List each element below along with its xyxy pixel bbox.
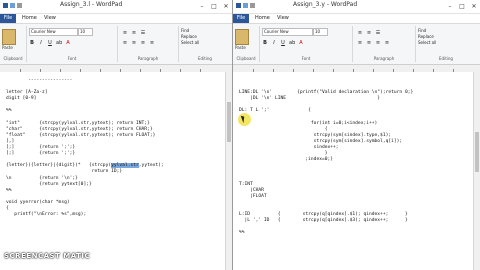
align-left-icon[interactable]: ≡ <box>357 40 363 46</box>
wordpad-window-left: Assign_3.l - WordPad – □ ✕ File Home Vie… <box>0 0 233 270</box>
wordpad-window-right: Assign_3.y - WordPad – □ ✕ File Home Vie… <box>233 0 480 270</box>
document-line[interactable]: |L ',' ID { strcpy(q[qindex].$3); qindex… <box>239 218 413 224</box>
undo-icon[interactable] <box>17 3 22 8</box>
font-group: Courier New 10 B I U ab A Font <box>27 26 118 62</box>
font-name-box[interactable]: Courier New <box>262 28 313 36</box>
strike-button[interactable]: ab <box>289 40 295 46</box>
font-name-box[interactable]: Courier New <box>29 28 78 36</box>
document-line[interactable]: "int" {strcpy(yylval.str,yytext); return… <box>6 121 164 127</box>
vertical-scrollbar[interactable] <box>225 72 232 270</box>
align-center-icon[interactable]: ≡ <box>366 40 372 46</box>
minimize-button[interactable]: – <box>196 0 208 13</box>
tab-view[interactable]: View <box>44 15 56 21</box>
document-line[interactable]: printf("\nError: %s",msg); <box>6 212 164 218</box>
select-all-button[interactable]: Select all <box>181 40 199 46</box>
wordpad-app-icon <box>3 3 8 8</box>
outdent-icon[interactable]: ≡ <box>131 30 137 36</box>
align-left-icon[interactable]: ≡ <box>122 40 128 46</box>
document-line[interactable]: "float" {strcpy(yylval.str,yytext); retu… <box>6 133 164 139</box>
maximize-button[interactable]: □ <box>456 0 468 13</box>
ribbon: Paste Clipboard Courier New 10 B I U ab … <box>0 23 232 65</box>
document-text[interactable]: LINE:DL '\n' {printf("Valid declaration … <box>239 78 413 236</box>
font-size-box[interactable]: 10 <box>78 28 93 36</box>
vertical-scrollbar[interactable] <box>473 72 480 270</box>
paragraph-group: ≡ ≡ ☰ ≡ ≡ ≡ ≡ Paragraph <box>118 26 179 62</box>
font-color-icon[interactable]: A <box>65 40 71 46</box>
document-line[interactable]: "char" {strcpy(yylval.str,yytext); retur… <box>6 127 164 133</box>
indent-icon[interactable]: ≡ <box>122 30 128 36</box>
italic-button[interactable]: I <box>271 40 277 46</box>
outdent-icon[interactable]: ≡ <box>366 30 372 36</box>
scrollbar-thumb[interactable] <box>227 102 231 142</box>
paste-label: Paste <box>235 45 246 50</box>
editing-group: Find Replace Select all Editing <box>181 28 212 61</box>
title-bar: Assign_3.y - WordPad – □ ✕ <box>233 0 480 14</box>
ribbon-tabs: File Home View <box>233 14 480 23</box>
align-center-icon[interactable]: ≡ <box>131 40 137 46</box>
close-button[interactable]: ✕ <box>468 0 480 13</box>
paragraph-group: ≡ ≡ ☰ ≡ ≡ ≡ ≡ Paragraph <box>353 26 416 62</box>
document-text[interactable]: ---------------- letter [A-Za-z] digit [0… <box>6 78 164 218</box>
window-title: Assign_3.y - WordPad <box>293 1 358 8</box>
italic-button[interactable]: I <box>38 40 44 46</box>
document-line[interactable]: %% <box>239 230 413 236</box>
quick-access-toolbar <box>236 3 255 8</box>
undo-icon[interactable] <box>250 3 255 8</box>
document-area[interactable]: LINE:DL '\n' {printf("Valid declaration … <box>233 72 474 270</box>
quick-access-toolbar <box>3 3 22 8</box>
tab-home[interactable]: Home <box>255 15 270 21</box>
selected-text[interactable]: yylval.str <box>111 163 139 169</box>
title-bar: Assign_3.l - WordPad – □ ✕ <box>0 0 232 14</box>
paste-label: Paste <box>2 45 13 50</box>
underline-button[interactable]: U <box>47 40 53 46</box>
list-icon[interactable]: ☰ <box>375 30 381 36</box>
screencast-watermark: SCREENCAST MATIC <box>4 252 91 260</box>
strike-button[interactable]: ab <box>56 40 62 46</box>
ribbon: Paste Clipboard Courier New 10 B I U ab … <box>233 23 480 65</box>
tab-file[interactable]: File <box>0 14 16 23</box>
close-button[interactable]: ✕ <box>220 0 232 13</box>
font-group: Courier New 10 B I U ab A Font <box>260 26 353 62</box>
list-icon[interactable]: ☰ <box>140 30 146 36</box>
clipboard-group: Paste Clipboard <box>233 26 260 62</box>
select-all-button[interactable]: Select all <box>418 40 436 46</box>
mouse-cursor-icon <box>238 113 251 126</box>
align-right-icon[interactable]: ≡ <box>375 40 381 46</box>
save-icon[interactable] <box>10 3 15 8</box>
align-right-icon[interactable]: ≡ <box>140 40 146 46</box>
tab-file[interactable]: File <box>233 14 249 23</box>
scrollbar-thumb[interactable] <box>475 132 479 172</box>
font-color-icon[interactable]: A <box>298 40 304 46</box>
bold-button[interactable]: B <box>262 40 268 46</box>
tab-home[interactable]: Home <box>22 15 37 21</box>
minimize-button[interactable]: – <box>444 0 456 13</box>
font-size-box[interactable]: 10 <box>313 28 328 36</box>
maximize-button[interactable]: □ <box>208 0 220 13</box>
document-area[interactable]: ---------------- letter [A-Za-z] digit [0… <box>0 72 226 270</box>
ribbon-tabs: File Home View <box>0 14 232 23</box>
justify-icon[interactable]: ≡ <box>384 40 390 46</box>
paste-icon[interactable] <box>235 29 249 45</box>
paste-icon[interactable] <box>2 29 16 45</box>
tab-view[interactable]: View <box>277 15 289 21</box>
wordpad-app-icon <box>236 3 241 8</box>
window-title: Assign_3.l - WordPad <box>60 1 123 8</box>
clipboard-group: Paste Clipboard <box>0 26 27 62</box>
save-icon[interactable] <box>243 3 248 8</box>
indent-icon[interactable]: ≡ <box>357 30 363 36</box>
underline-button[interactable]: U <box>280 40 286 46</box>
justify-icon[interactable]: ≡ <box>149 40 155 46</box>
desktop: Assign_3.l - WordPad – □ ✕ File Home Vie… <box>0 0 480 270</box>
bold-button[interactable]: B <box>29 40 35 46</box>
editing-group: Find Replace Select all Editing <box>418 28 453 61</box>
